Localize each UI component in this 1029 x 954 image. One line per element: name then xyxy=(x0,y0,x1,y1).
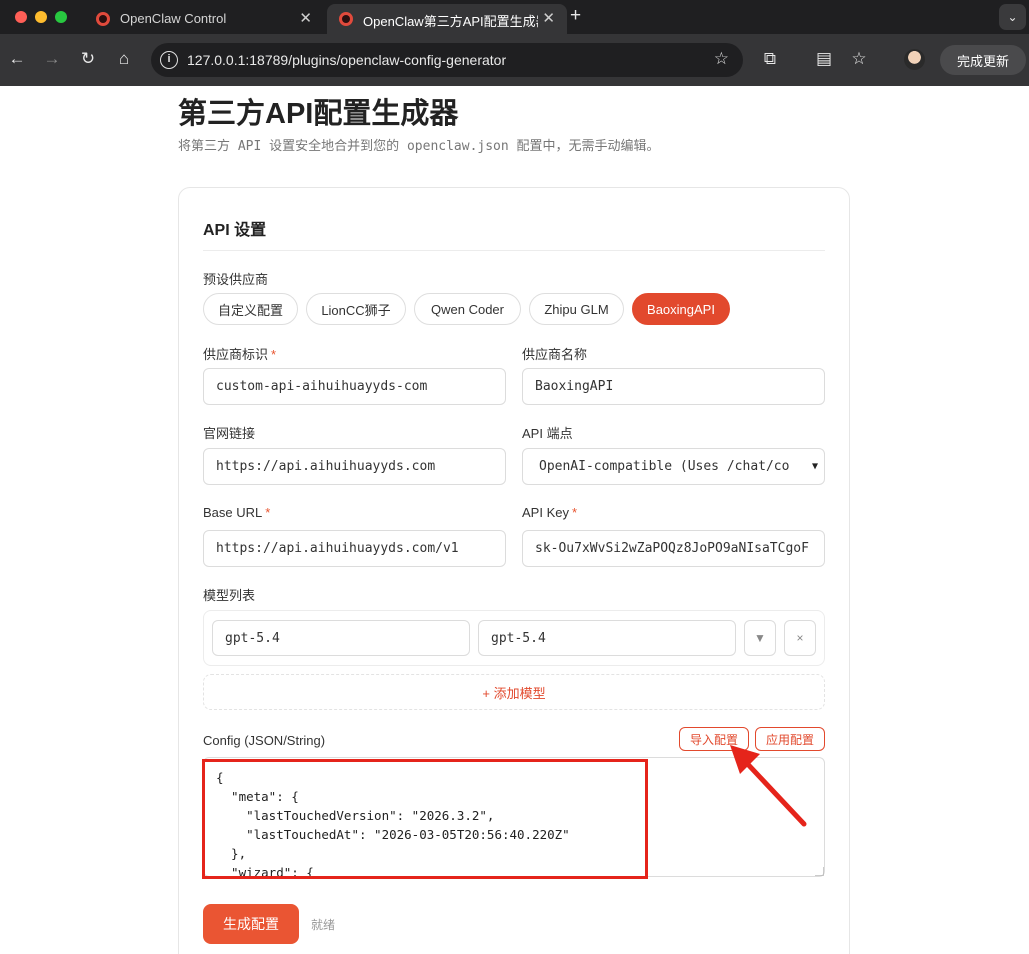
bookmarks-star-icon[interactable]: ☆ xyxy=(848,48,870,70)
extensions-puzzle-icon[interactable]: ⧉ xyxy=(759,48,781,70)
endpoint-label: API 端点 xyxy=(522,426,573,441)
openclaw-favicon-icon xyxy=(339,12,353,26)
triangle-down-icon: ▼ xyxy=(754,631,766,645)
new-tab-icon[interactable]: + xyxy=(570,5,581,27)
update-button[interactable]: 完成更新 xyxy=(940,45,1026,75)
home-icon[interactable]: ⌂ xyxy=(113,48,135,70)
browser-tab-config-generator[interactable]: OpenClaw第三方API配置生成器 ✕ xyxy=(327,4,567,34)
add-model-button[interactable]: + 添加模型 xyxy=(203,674,825,710)
page-title: 第三方API配置生成器 xyxy=(178,98,459,130)
api-key-input[interactable]: sk-Ou7xWvSi2wZaPOQz8JoPO9aNIsaTCgoF xyxy=(522,530,825,567)
textarea-resize-handle[interactable] xyxy=(815,867,824,876)
endpoint-select[interactable]: OpenAI-compatible (Uses /chat/co ▼ xyxy=(522,448,825,485)
browser-toolbar: ← → ↻ ⌂ i 127.0.0.1:18789/plugins/opencl… xyxy=(0,34,1029,86)
close-tab-icon[interactable]: ✕ xyxy=(542,9,555,27)
openclaw-favicon-icon xyxy=(96,12,110,26)
page-subtitle: 将第三方 API 设置安全地合并到您的 openclaw.json 配置中，无需… xyxy=(178,139,660,154)
annotation-arrow-icon xyxy=(730,745,807,827)
tab-title: OpenClaw Control xyxy=(120,11,227,26)
provider-id-label: 供应商标识 * xyxy=(203,347,277,362)
forward-arrow-icon[interactable]: → xyxy=(41,48,63,70)
base-url-label: Base URL * xyxy=(203,505,271,520)
page-content: 第三方API配置生成器 将第三方 API 设置安全地合并到您的 openclaw… xyxy=(0,86,1029,954)
annotation-highlight-box xyxy=(202,759,648,879)
browser-tab-openclaw-control[interactable]: OpenClaw Control ✕ xyxy=(84,4,324,34)
model-name-input[interactable]: gpt-5.4 xyxy=(478,620,736,656)
profile-avatar[interactable] xyxy=(904,49,925,70)
close-icon: × xyxy=(796,631,804,645)
generate-config-button[interactable]: 生成配置 xyxy=(203,904,299,944)
base-url-input[interactable]: https://api.aihuihuayyds.com/v1 xyxy=(203,530,506,567)
model-remove-button[interactable]: × xyxy=(784,620,816,656)
close-window-button[interactable] xyxy=(15,11,27,23)
browser-tab-bar: OpenClaw Control ✕ OpenClaw第三方API配置生成器 ✕… xyxy=(0,0,1029,34)
preset-chip-custom[interactable]: 自定义配置 xyxy=(203,293,298,325)
maximize-window-button[interactable] xyxy=(55,11,67,23)
provider-name-label: 供应商名称 xyxy=(522,347,588,362)
back-arrow-icon[interactable]: ← xyxy=(6,48,28,70)
bookmark-star-icon[interactable]: ☆ xyxy=(714,49,729,69)
preset-chip-lioncc[interactable]: LionCC狮子 xyxy=(306,293,406,325)
provider-id-input[interactable]: custom-api-aihuihuayyds-com xyxy=(203,368,506,405)
tab-search-chevron-icon[interactable]: ⌄ xyxy=(999,4,1026,30)
preset-chip-baoxing[interactable]: BaoxingAPI xyxy=(632,293,730,325)
provider-name-input[interactable]: BaoxingAPI xyxy=(522,368,825,405)
address-bar[interactable]: i 127.0.0.1:18789/plugins/openclaw-confi… xyxy=(151,43,743,77)
models-label: 模型列表 xyxy=(203,588,256,603)
minimize-window-button[interactable] xyxy=(35,11,47,23)
website-label: 官网链接 xyxy=(203,426,256,441)
close-tab-icon[interactable]: ✕ xyxy=(299,9,312,27)
model-id-input[interactable]: gpt-5.4 xyxy=(212,620,470,656)
site-info-icon[interactable]: i xyxy=(160,51,178,69)
endpoint-select-value: OpenAI-compatible (Uses /chat/co xyxy=(539,459,790,474)
chevron-down-icon: ▼ xyxy=(811,461,818,472)
api-key-label: API Key * xyxy=(522,505,578,520)
preset-label: 预设供应商 xyxy=(203,272,269,287)
status-text: 就绪 xyxy=(311,918,336,932)
config-label: Config (JSON/String) xyxy=(203,733,326,748)
preset-chip-zhipu[interactable]: Zhipu GLM xyxy=(529,293,624,325)
card-divider xyxy=(203,250,825,251)
card-title: API 设置 xyxy=(203,222,267,239)
preset-chip-qwen[interactable]: Qwen Coder xyxy=(414,293,521,325)
url-text: 127.0.0.1:18789/plugins/openclaw-config-… xyxy=(187,52,507,68)
model-move-down-button[interactable]: ▼ xyxy=(744,620,776,656)
website-input[interactable]: https://api.aihuihuayyds.com xyxy=(203,448,506,485)
tab-title: OpenClaw第三方API配置生成器 xyxy=(363,14,538,29)
reload-icon[interactable]: ↻ xyxy=(77,48,99,70)
reading-list-icon[interactable]: ▤ xyxy=(813,48,835,70)
